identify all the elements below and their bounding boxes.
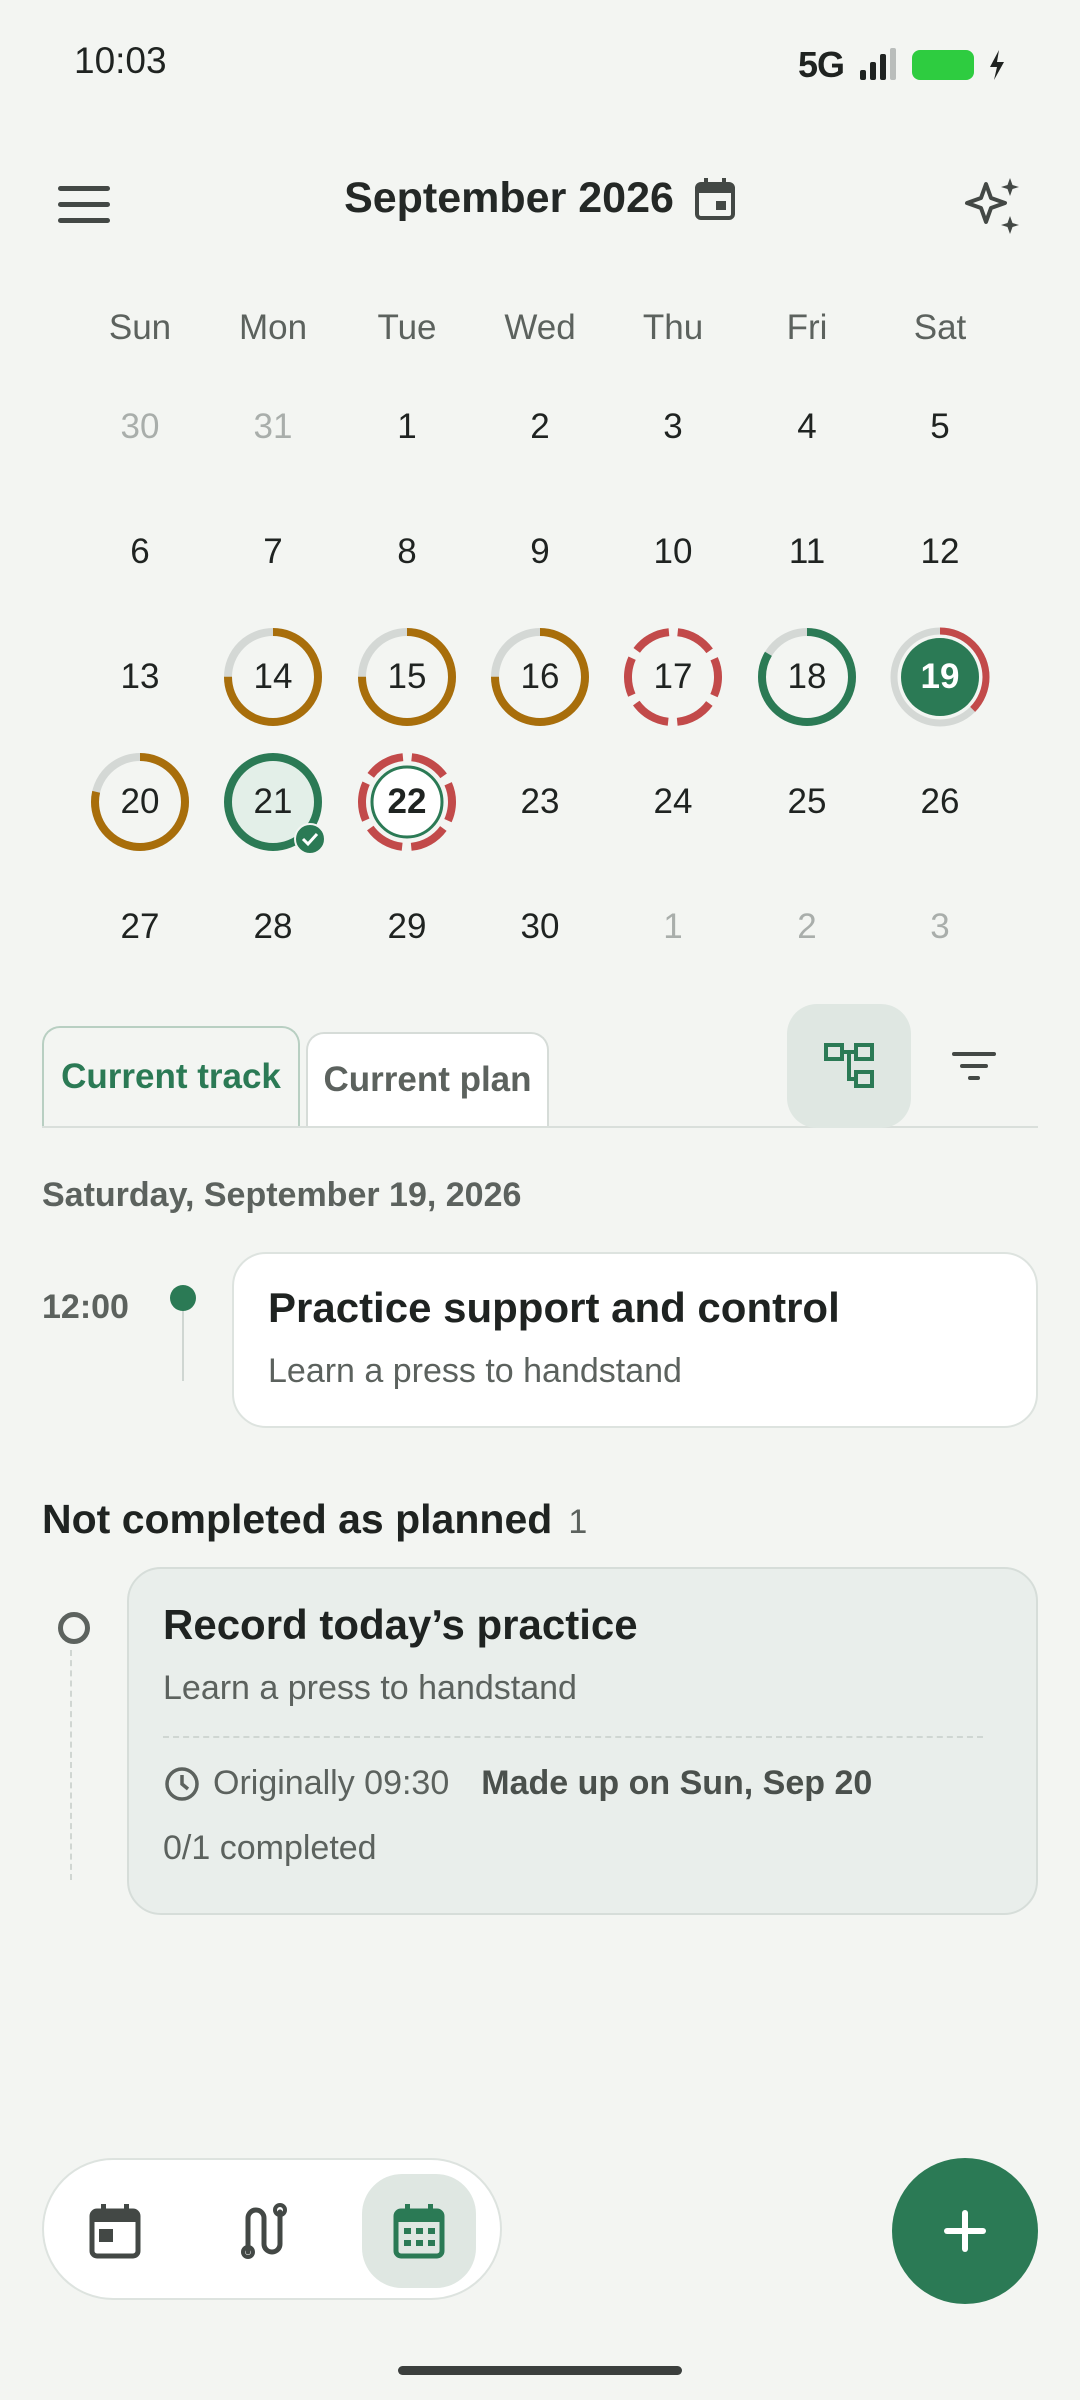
selected-date: Saturday, September 19, 2026	[42, 1176, 522, 1214]
calendar-day[interactable]: 4	[740, 372, 874, 482]
calendar-month-icon	[393, 2204, 445, 2259]
filter-button[interactable]	[950, 1042, 998, 1090]
nav-month-view[interactable]	[362, 2174, 476, 2288]
task-subtitle: Learn a press to handstand	[163, 1669, 577, 1707]
calendar-day[interactable]: 2	[473, 372, 607, 482]
calendar-day-completed[interactable]: 21	[206, 747, 340, 857]
task-title: Record today’s practice	[163, 1601, 638, 1648]
timeline-line	[182, 1311, 184, 1381]
event-card[interactable]: Practice support and control Learn a pre…	[232, 1252, 1038, 1428]
calendar-day[interactable]: 12	[873, 497, 1007, 607]
calendar-day[interactable]: 8	[340, 497, 474, 607]
status-icons: 5G	[798, 44, 1006, 86]
weekday-wed: Wed	[504, 308, 576, 347]
calendar-day[interactable]: 11	[740, 497, 874, 607]
check-badge-icon	[294, 823, 326, 855]
calendar-day[interactable]: 10	[606, 497, 740, 607]
month-title[interactable]: September 2026	[0, 174, 1080, 223]
calendar-day-progress[interactable]: 18	[740, 622, 874, 732]
tree-view-icon	[824, 1043, 874, 1088]
calendar-day[interactable]: 7	[206, 497, 340, 607]
plus-icon	[944, 2210, 986, 2252]
route-icon	[241, 2203, 287, 2259]
tab-current-plan[interactable]: Current plan	[306, 1032, 549, 1126]
filter-icon	[952, 1052, 996, 1080]
timeline-dashed-line	[70, 1650, 72, 1880]
sparkle-icon	[965, 178, 1019, 234]
calendar-day[interactable]: 13	[73, 622, 207, 732]
section-count: 1	[568, 1503, 588, 1541]
sparkle-button[interactable]	[964, 176, 1024, 236]
calendar-day-progress[interactable]: 16	[473, 622, 607, 732]
timeline-open-dot	[58, 1612, 90, 1644]
home-indicator[interactable]	[398, 2366, 682, 2375]
calendar-day[interactable]: 27	[73, 872, 207, 982]
tab-current-track[interactable]: Current track	[42, 1026, 300, 1126]
calendar-day[interactable]: 1	[606, 872, 740, 982]
calendar-day[interactable]: 28	[206, 872, 340, 982]
calendar-day-progress[interactable]: 15	[340, 622, 474, 732]
calendar-day[interactable]: 30	[73, 372, 207, 482]
clock-icon	[165, 1766, 199, 1801]
nav-track-view[interactable]	[204, 2174, 318, 2288]
calendar-day[interactable]: 29	[340, 872, 474, 982]
weekday-fri: Fri	[786, 308, 828, 347]
calendar-day[interactable]: 24	[606, 747, 740, 857]
bottom-nav	[42, 2158, 502, 2300]
calendar-day[interactable]: 3	[873, 872, 1007, 982]
calendar-day[interactable]: 3	[606, 372, 740, 482]
calendar-day-today[interactable]: 22	[340, 747, 474, 857]
calendar-day[interactable]: 30	[473, 872, 607, 982]
month-label: September 2026	[344, 174, 674, 222]
calendar-day-selected[interactable]: 19	[873, 622, 1007, 732]
calendar-day[interactable]: 25	[740, 747, 874, 857]
event-title: Practice support and control	[268, 1284, 840, 1331]
calendar-day-progress[interactable]: 20	[73, 747, 207, 857]
signal-icon	[860, 48, 896, 80]
calendar-day[interactable]: 31	[206, 372, 340, 482]
calendar-day-progress[interactable]: 17	[606, 622, 740, 732]
battery-icon	[912, 50, 974, 80]
calendar-day[interactable]: 6	[73, 497, 207, 607]
weekday-tue: Tue	[377, 308, 437, 347]
event-time: 12:00	[42, 1288, 129, 1326]
calendar-icon	[694, 177, 735, 220]
status-time: 10:03	[74, 40, 167, 81]
nav-day-view[interactable]	[58, 2174, 172, 2288]
calendar-day[interactable]: 23	[473, 747, 607, 857]
calendar-day[interactable]: 5	[873, 372, 1007, 482]
task-progress: 0/1 completed	[163, 1829, 377, 1867]
missed-task-card[interactable]: Record today’s practice Learn a press to…	[127, 1567, 1038, 1915]
charging-icon	[990, 50, 1004, 80]
calendar-day-progress[interactable]: 14	[206, 622, 340, 732]
weekday-thu: Thu	[642, 308, 704, 347]
timeline-dot	[170, 1285, 196, 1311]
calendar-day[interactable]: 1	[340, 372, 474, 482]
calendar-day[interactable]: 9	[473, 497, 607, 607]
card-separator	[163, 1736, 983, 1738]
calendar-day[interactable]: 2	[740, 872, 874, 982]
event-subtitle: Learn a press to handstand	[268, 1352, 682, 1390]
add-button[interactable]	[892, 2158, 1038, 2304]
weekday-mon: Mon	[238, 308, 308, 347]
section-title: Not completed as planned	[42, 1496, 553, 1542]
network-label: 5G	[797, 44, 845, 85]
weekday-sat: Sat	[913, 308, 967, 347]
made-up-date: Made up on Sun, Sep 20	[481, 1764, 873, 1802]
weekday-sun: Sun	[108, 308, 172, 347]
calendar-day-icon	[89, 2204, 141, 2259]
section-heading: Not completed as planned 1	[42, 1496, 587, 1543]
calendar-day[interactable]: 26	[873, 747, 1007, 857]
tree-view-button[interactable]	[787, 1004, 911, 1128]
original-time: Originally 09:30	[213, 1764, 450, 1802]
